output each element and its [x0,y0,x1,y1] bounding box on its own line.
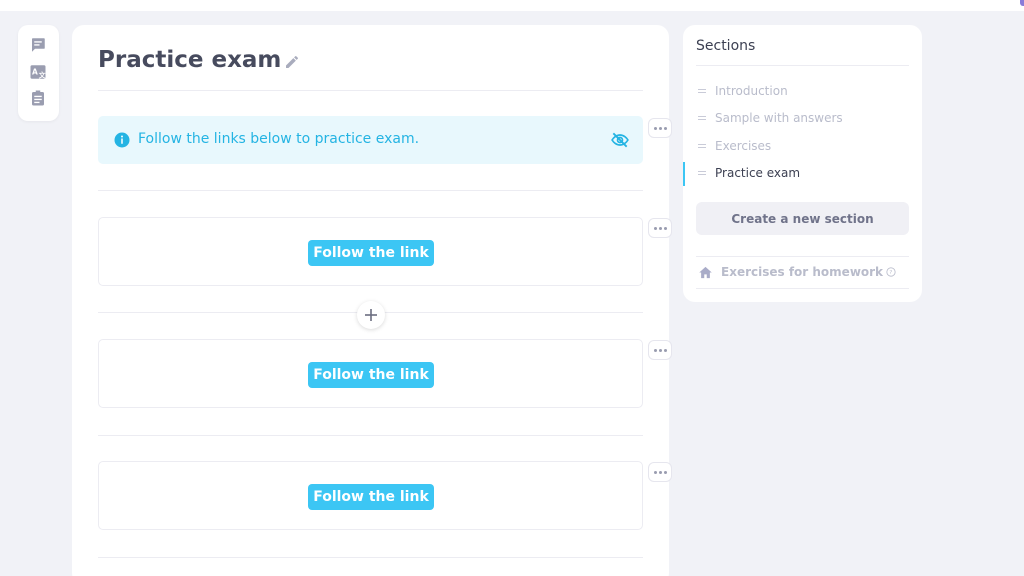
drag-handle-icon[interactable] [698,144,706,150]
info-callout: Follow the links below to practice exam. [98,116,643,164]
drag-handle-icon[interactable] [698,116,706,122]
section-item-label: Sample with answers [715,111,843,125]
divider [98,557,643,558]
sections-panel: Sections Introduction Sample with answer… [683,25,922,302]
info-text: Follow the links below to practice exam. [138,131,420,147]
link-block: Follow the link [98,339,643,408]
add-block-button[interactable] [357,301,385,329]
eye-off-icon[interactable] [610,130,630,150]
svg-text:A: A [32,67,38,76]
info-icon [113,131,131,149]
section-item-introduction[interactable]: Introduction [683,80,922,104]
top-bar [0,0,1024,11]
more-options-icon[interactable] [648,218,672,238]
homework-link[interactable]: Exercises for homework ? [698,263,896,281]
section-item-label: Introduction [715,84,788,98]
help-icon[interactable]: ? [886,267,896,277]
link-block: Follow the link [98,217,643,286]
drag-handle-icon[interactable] [698,171,706,177]
translate-icon[interactable]: A文 [28,62,48,82]
section-item-label: Practice exam [715,166,801,180]
divider [696,65,909,66]
more-options-icon[interactable] [648,340,672,360]
follow-link-button[interactable]: Follow the link [308,240,434,266]
divider [98,190,643,191]
page-title: Practice exam [98,47,282,73]
title-row: Practice exam [98,45,300,75]
divider [696,288,909,289]
sections-title: Sections [696,38,756,54]
more-options-icon[interactable] [648,118,672,138]
follow-link-button[interactable]: Follow the link [308,484,434,510]
plus-icon [365,309,377,321]
active-indicator [683,162,685,186]
clipboard-icon[interactable] [28,88,48,108]
home-icon [698,265,713,280]
divider [98,90,643,91]
section-item-exercises[interactable]: Exercises [683,135,922,159]
pencil-icon[interactable] [284,54,300,70]
create-section-button[interactable]: Create a new section [696,202,909,235]
homework-label: Exercises for homework [721,265,884,279]
section-item-label: Exercises [715,139,772,153]
comment-icon[interactable] [28,35,48,55]
section-item-practice-exam[interactable]: Practice exam [683,162,922,186]
top-indicator [1020,0,1024,6]
main-panel: Practice exam Follow the links below to … [72,25,672,576]
svg-text:文: 文 [38,70,46,79]
divider [696,256,909,257]
divider [98,435,643,436]
svg-text:?: ? [889,270,892,276]
link-block: Follow the link [98,461,643,530]
more-options-icon[interactable] [648,462,672,482]
drag-handle-icon[interactable] [698,89,706,95]
tool-rail: A文 [18,25,59,121]
follow-link-button[interactable]: Follow the link [308,362,434,388]
section-item-sample-with-answers[interactable]: Sample with answers [683,107,922,131]
